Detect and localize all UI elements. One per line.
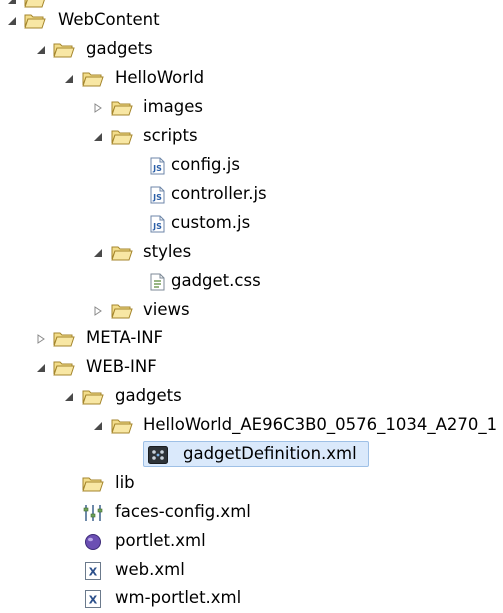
tree-item-lib[interactable]: lib <box>0 469 503 498</box>
tree-item-label: custom.js <box>171 213 251 232</box>
tree-item-meta-inf[interactable]: META-INF <box>0 324 503 353</box>
expanded-arrow-icon[interactable] <box>91 246 105 260</box>
expanded-arrow-icon[interactable] <box>62 390 76 404</box>
tree-item-gadget-definition[interactable]: gadgetDefinition.xml <box>0 440 503 469</box>
tree-item-images[interactable]: images <box>0 93 503 122</box>
folder-icon <box>111 97 133 119</box>
tree-item-label: META-INF <box>86 328 164 347</box>
folder-open-icon <box>111 242 133 264</box>
tree-item-label: faces-config.xml <box>115 502 251 521</box>
folder-open-icon <box>53 357 75 379</box>
folder-open-icon <box>24 10 46 32</box>
expanded-arrow-icon[interactable] <box>91 130 105 144</box>
svg-text:X: X <box>89 566 98 579</box>
tree-item-helloworld[interactable]: HelloWorld <box>0 64 503 93</box>
folder-open-icon <box>53 39 75 61</box>
tree-item-gadget-css[interactable]: gadget.css <box>0 267 503 296</box>
tree-item-label: HelloWorld_AE96C3B0_0576_1034_A270_1 <box>143 415 498 434</box>
folder-icon <box>82 473 104 495</box>
expanded-arrow-icon[interactable] <box>91 419 105 433</box>
folder-open-icon <box>111 415 133 437</box>
expanded-arrow-icon[interactable] <box>62 72 76 86</box>
tree-item-config-js[interactable]: JS config.js <box>0 151 503 180</box>
tree-item-label: wm-portlet.xml <box>115 588 242 607</box>
folder-icon <box>53 328 75 350</box>
portlet-icon <box>82 531 104 553</box>
js-file-icon: JS <box>147 184 169 206</box>
tree-item-helloworld-id[interactable]: HelloWorld_AE96C3B0_0576_1034_A270_1 <box>0 411 503 440</box>
xml-file-icon: X <box>82 560 104 582</box>
tree-item-label: images <box>143 97 203 116</box>
tree-item-label: WebContent <box>58 10 160 29</box>
expanded-arrow-icon[interactable] <box>5 14 19 28</box>
tree-item-gadgets[interactable]: gadgets <box>0 35 503 64</box>
tree-item-label: gadgets <box>86 39 153 58</box>
tree-item-label: config.js <box>171 155 240 174</box>
tree-item-label: lib <box>115 473 135 492</box>
tree-item-label: gadget.css <box>171 271 261 290</box>
folder-open-icon <box>82 68 104 90</box>
tree-item-label: gadgets <box>115 386 182 405</box>
tree-item-label: views <box>143 300 190 319</box>
svg-text:JS: JS <box>152 222 162 231</box>
collapsed-arrow-icon[interactable] <box>91 101 105 115</box>
project-explorer-tree: WebContent gadgets HelloWorld images scr… <box>0 0 503 609</box>
svg-text:JS: JS <box>152 193 162 202</box>
tree-item-views[interactable]: views <box>0 296 503 325</box>
tree-item-webinf-gadgets[interactable]: gadgets <box>0 382 503 411</box>
collapsed-arrow-icon[interactable] <box>91 304 105 318</box>
tree-item-scripts[interactable]: scripts <box>0 122 503 151</box>
tree-item-label: WEB-INF <box>86 357 157 376</box>
svg-text:X: X <box>89 594 98 607</box>
expanded-arrow-icon[interactable] <box>34 43 48 57</box>
xml-file-icon: X <box>82 588 104 610</box>
css-file-icon <box>147 271 169 293</box>
tree-item-web-xml[interactable]: X web.xml <box>0 556 503 585</box>
folder-open-icon <box>111 126 133 148</box>
tree-item-label: portlet.xml <box>115 531 206 550</box>
tree-item-label: controller.js <box>171 184 267 203</box>
svg-text:JS: JS <box>152 164 162 173</box>
js-file-icon: JS <box>147 213 169 235</box>
folder-open-icon <box>82 386 104 408</box>
tree-item-label: scripts <box>143 126 198 145</box>
expanded-arrow-icon[interactable] <box>34 361 48 375</box>
tree-item-controller-js[interactable]: JS controller.js <box>0 180 503 209</box>
folder-icon <box>111 300 133 322</box>
tree-item-portlet-xml[interactable]: portlet.xml <box>0 527 503 556</box>
js-file-icon: JS <box>147 155 169 177</box>
tree-item-label: HelloWorld <box>115 68 205 87</box>
collapsed-arrow-icon[interactable] <box>34 332 48 346</box>
tree-item-styles[interactable]: styles <box>0 238 503 267</box>
tree-item-label: web.xml <box>115 560 185 579</box>
tree-item-custom-js[interactable]: JS custom.js <box>0 209 503 238</box>
tree-item-webcontent[interactable]: WebContent <box>0 6 503 35</box>
faces-config-icon <box>82 502 104 524</box>
tree-item-faces-config[interactable]: faces-config.xml <box>0 498 503 527</box>
tree-item-web-inf[interactable]: WEB-INF <box>0 353 503 382</box>
gadget-xml-icon <box>147 444 169 466</box>
tree-item-label: gadgetDefinition.xml <box>183 444 357 463</box>
tree-item-label: styles <box>143 242 192 261</box>
